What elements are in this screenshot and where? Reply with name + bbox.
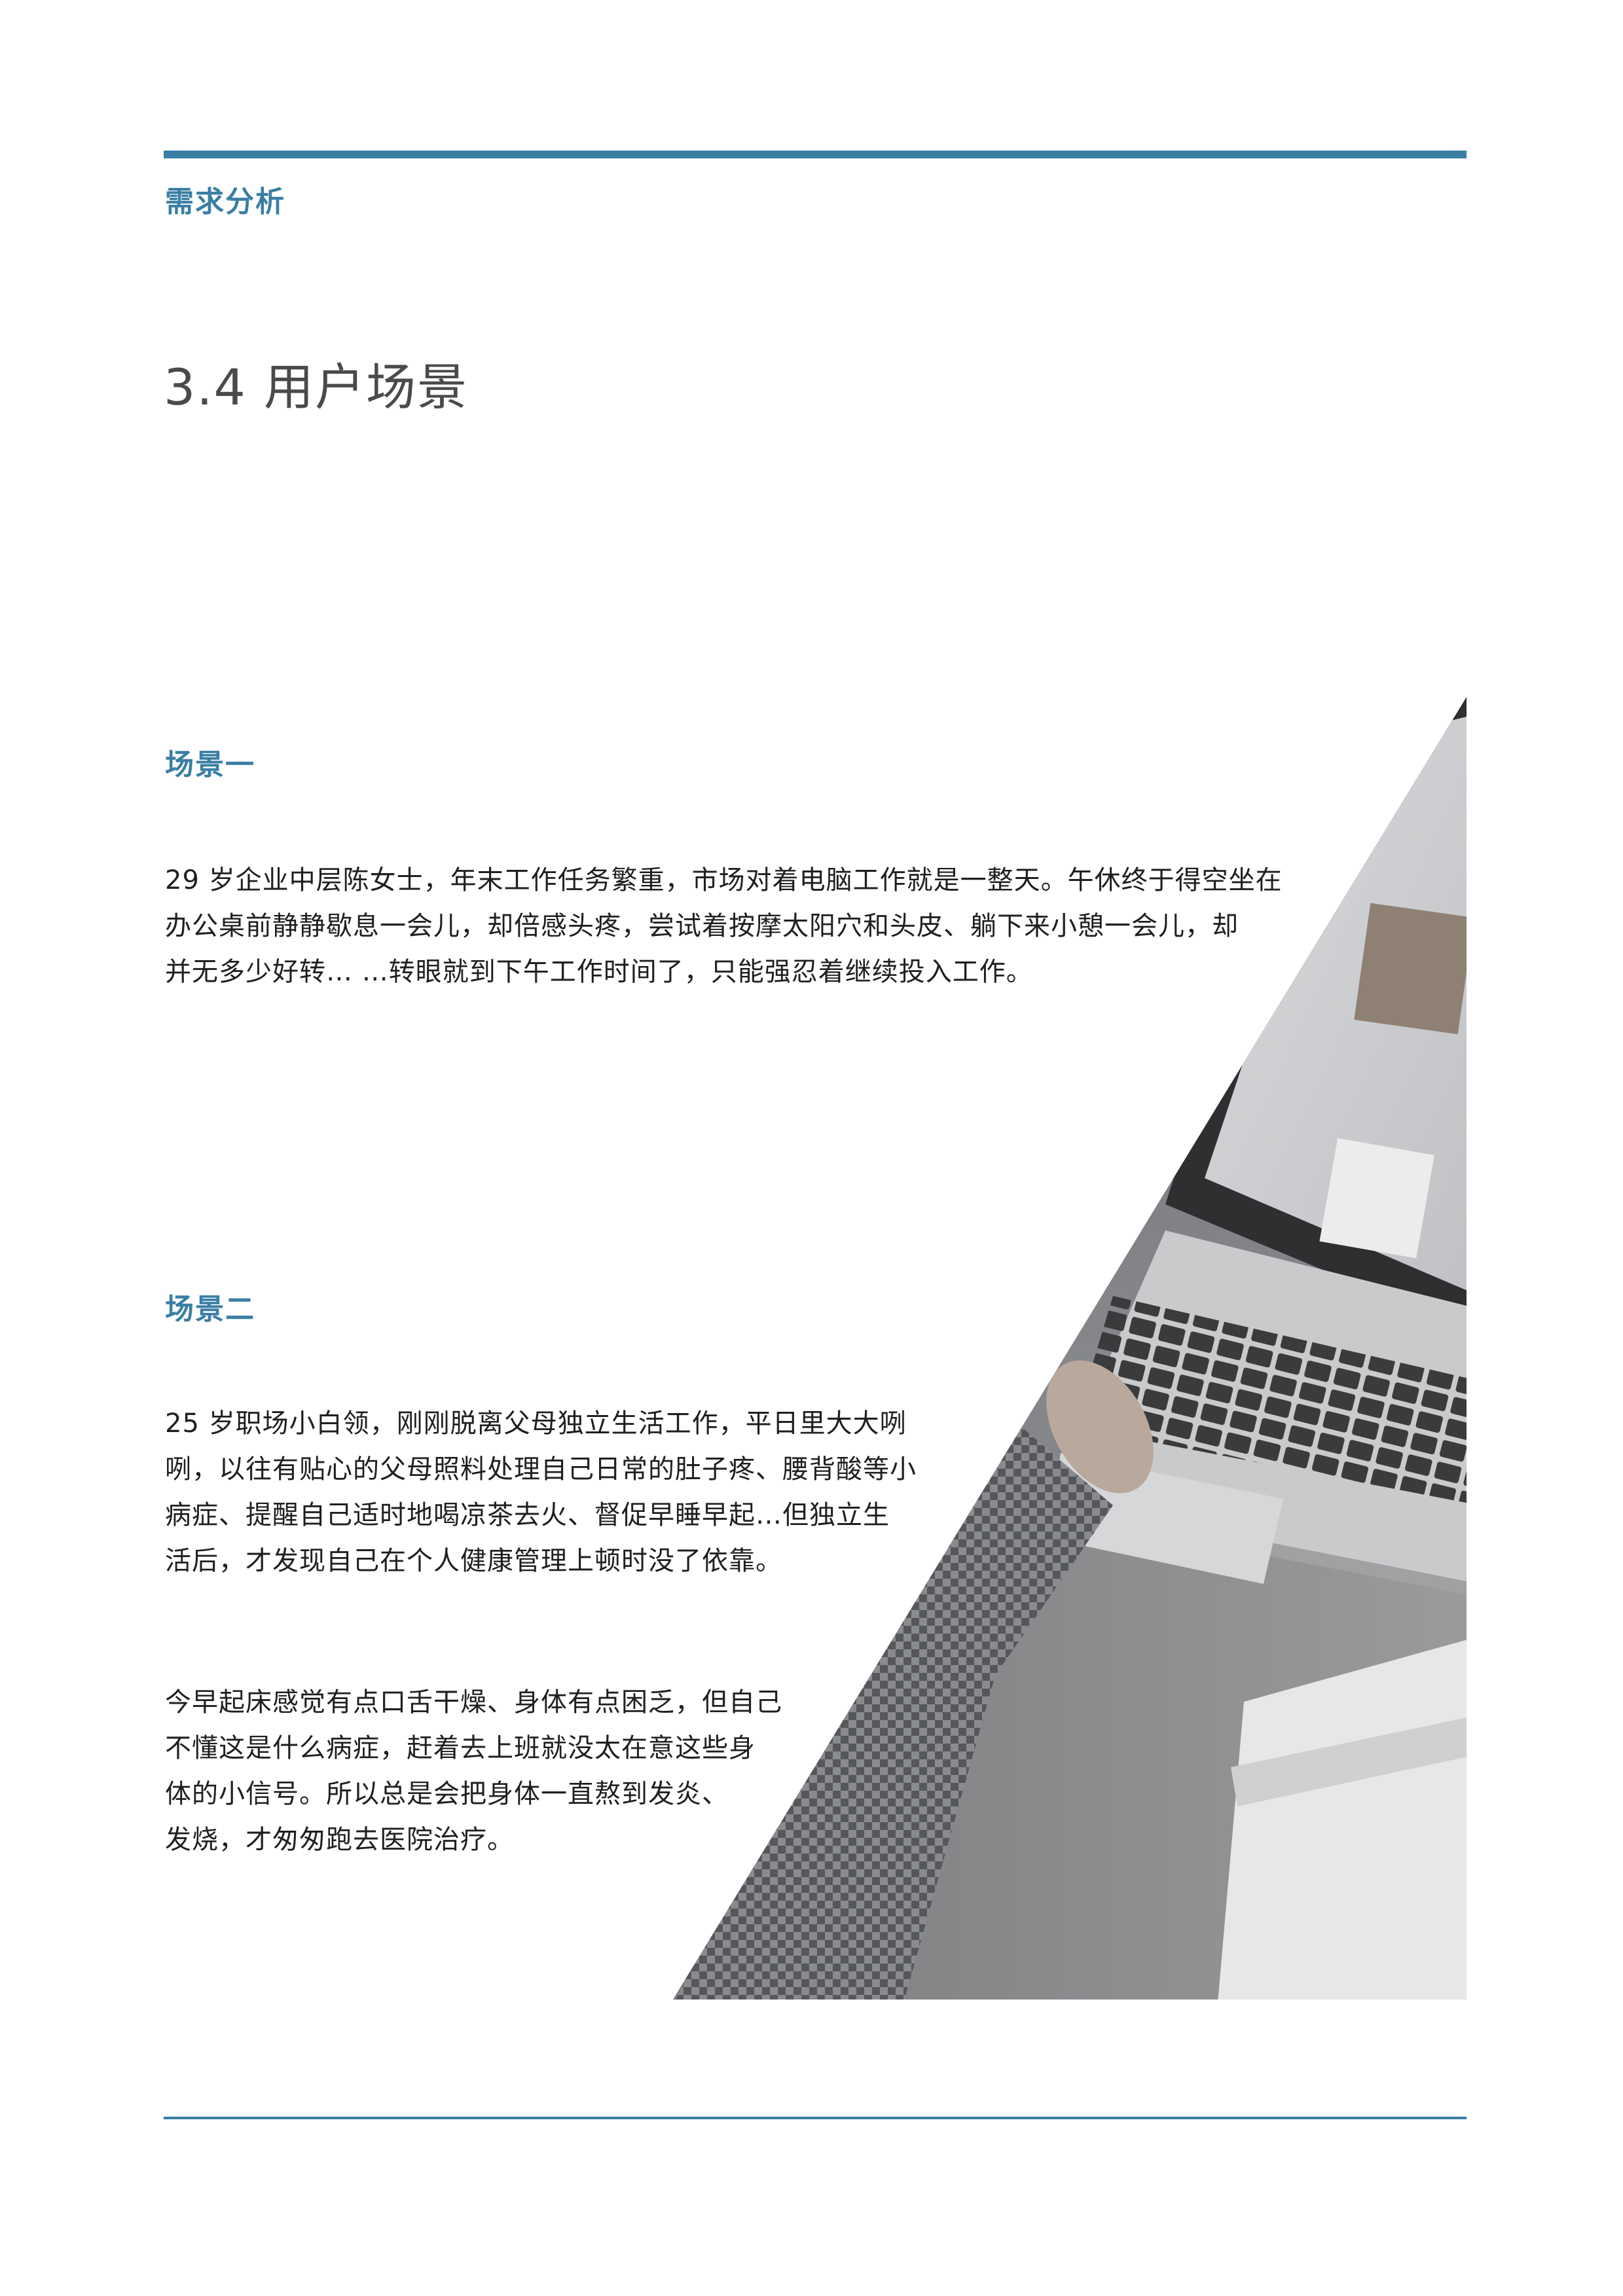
text-line: 25 岁职场小白领，刚刚脱离父母独立生活工作，平日里大大咧 [165,1408,907,1439]
text-line: 发烧，才匆匆跑去医院治疗。 [165,1825,514,1855]
text-line: 病症、提醒自己适时地喝凉茶去火、督促早睡早起…但独立生 [165,1500,890,1530]
scene-two-heading: 场景二 [165,1293,255,1326]
text-line: 29 岁企业中层陈女士，年末工作任务繁重，市场对着电脑工作就是一整天。午休终于得… [165,865,1283,895]
section-label: 需求分析 [165,185,285,219]
text-line: 办公桌前静静歇息一会儿，却倍感头疼，尝试着按摩太阳穴和头皮、躺下来小憩一会儿，却 [165,911,1239,941]
laptop-photo [673,697,1467,2000]
text-line: 今早起床感觉有点口舌干燥、身体有点困乏，但自己 [165,1687,782,1717]
scene-one-heading: 场景一 [165,748,255,781]
bottom-rule [164,2117,1467,2119]
scene-one-paragraph: 29 岁企业中层陈女士，年末工作任务繁重，市场对着电脑工作就是一整天。午休终于得… [165,857,1283,995]
scene-two-paragraph-1: 25 岁职场小白领，刚刚脱离父母独立生活工作，平日里大大咧 咧，以往有贴心的父母… [165,1401,917,1584]
scene-two-paragraph-2: 今早起床感觉有点口舌干燥、身体有点困乏，但自己 不懂这是什么病症，赶着去上班就没… [165,1679,782,1863]
text-line: 咧，以往有贴心的父母照料处理自己日常的肚子疼、腰背酸等小 [165,1454,917,1484]
text-line: 活后，才发现自己在个人健康管理上顿时没了依靠。 [165,1546,782,1576]
text-line: 体的小信号。所以总是会把身体一直熬到发炎、 [165,1779,729,1809]
text-line: 并无多少好转… …转眼就到下午工作时间了，只能强忍着继续投入工作。 [165,957,1033,987]
top-rule [164,151,1467,158]
text-line: 不懂这是什么病症，赶着去上班就没太在意这些身 [165,1733,756,1763]
page-title: 3.4 用户场景 [164,358,469,416]
